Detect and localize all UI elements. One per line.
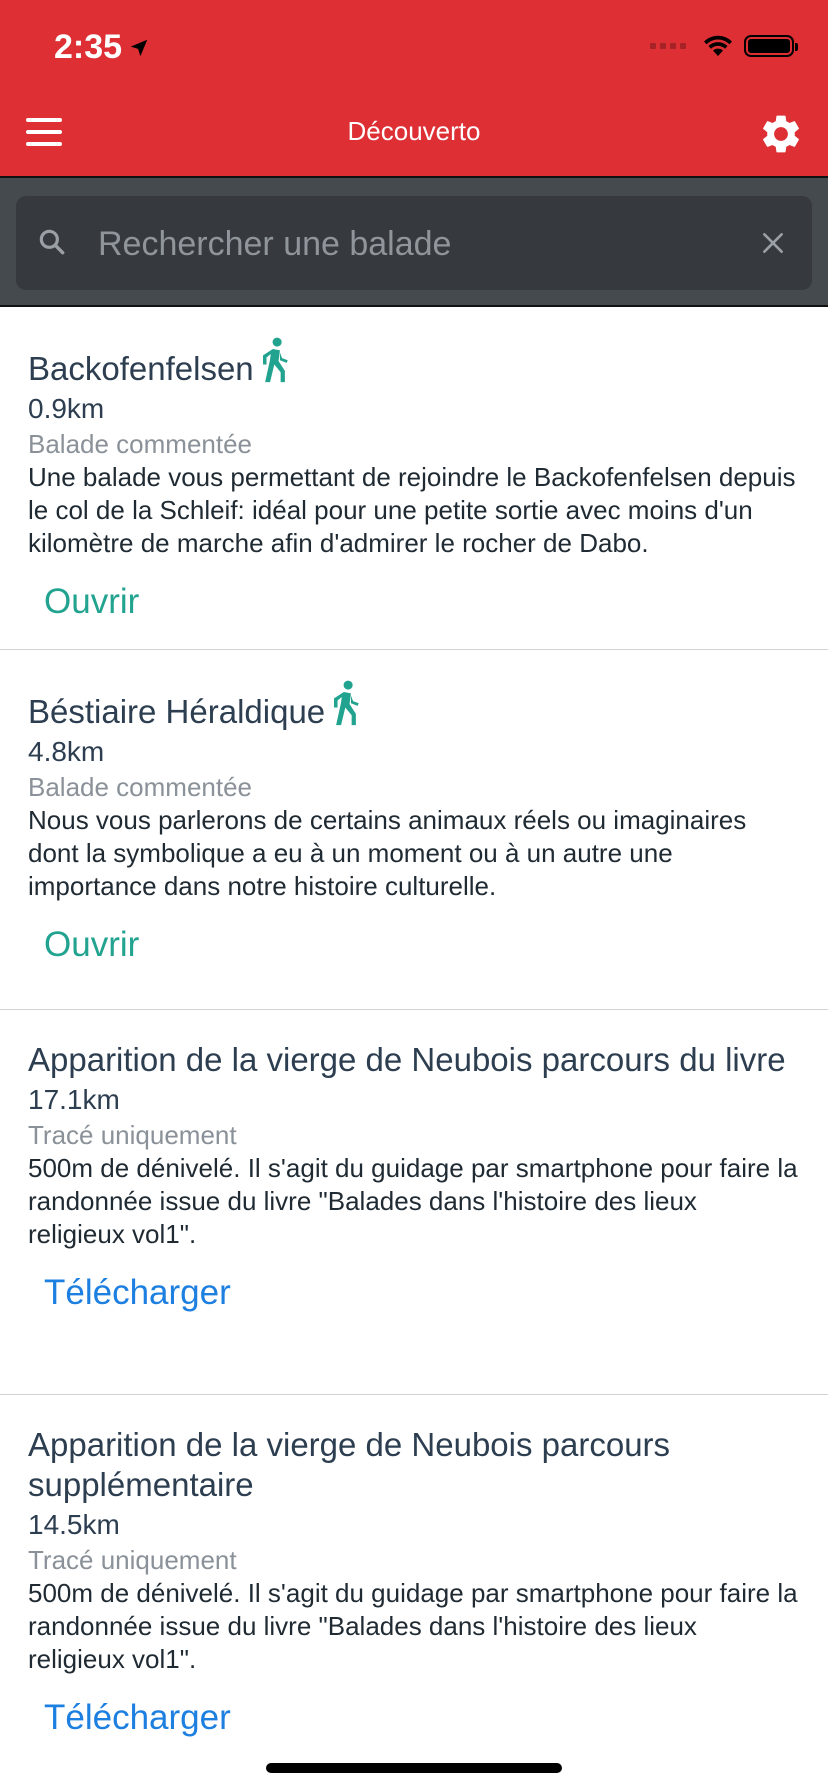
home-indicator: [266, 1763, 562, 1773]
item-distance: 14.5km: [28, 1509, 120, 1540]
walking-icon: [334, 680, 359, 726]
item-description: Nous vous parlerons de certains animaux …: [28, 805, 747, 901]
item-title-text: Backofenfelsen: [28, 350, 254, 387]
item-description: 500m de dénivelé. Il s'agit du guidage p…: [28, 1578, 798, 1674]
item-type: Balade commentée: [28, 429, 253, 459]
wifi-icon: [704, 35, 732, 56]
list-item: Béstiaire Héraldique 4.8km Balade commen…: [0, 650, 828, 1010]
item-type: Tracé uniquement: [28, 1545, 237, 1575]
status-time: 2:35: [54, 28, 150, 67]
location-arrow-icon: [130, 39, 148, 56]
search-bar: [0, 176, 828, 307]
clear-search-icon[interactable]: [760, 230, 786, 256]
status-time-text: 2:35: [54, 28, 123, 66]
cellular-signal-icon: [650, 43, 686, 49]
search-field[interactable]: [16, 196, 812, 292]
item-title: Apparition de la vierge de Neubois parco…: [28, 1425, 800, 1505]
item-type: Balade commentée: [28, 772, 253, 802]
item-title-text: Apparition de la vierge de Neubois parco…: [28, 1041, 786, 1078]
item-description: 500m de dénivelé. Il s'agit du guidage p…: [28, 1153, 798, 1249]
item-title-text: Apparition de la vierge de Neubois parco…: [28, 1426, 671, 1503]
list-item: Backofenfelsen 0.9km Balade commentée Un…: [0, 307, 828, 650]
search-icon: [39, 229, 65, 255]
settings-gear-icon[interactable]: [758, 111, 804, 157]
open-button[interactable]: Ouvrir: [44, 925, 139, 965]
download-button[interactable]: Télécharger: [44, 1698, 231, 1738]
item-title: Backofenfelsen: [28, 337, 800, 389]
battery-icon: [744, 35, 798, 57]
item-title: Apparition de la vierge de Neubois parco…: [28, 1040, 800, 1080]
walking-icon: [262, 337, 288, 383]
download-button[interactable]: Télécharger: [44, 1273, 231, 1313]
balade-list: Backofenfelsen 0.9km Balade commentée Un…: [0, 307, 828, 1755]
item-title: Béstiaire Héraldique: [28, 680, 800, 732]
list-item: Apparition de la vierge de Neubois parco…: [0, 1395, 828, 1755]
navbar: Découverto: [0, 96, 828, 176]
item-description: Une balade vous permettant de rejoindre …: [28, 462, 796, 558]
open-button[interactable]: Ouvrir: [44, 582, 139, 622]
item-distance: 0.9km: [28, 393, 105, 424]
list-item: Apparition de la vierge de Neubois parco…: [0, 1010, 828, 1395]
status-indicators: [650, 34, 798, 58]
app-header: 2:35 Découverto: [0, 0, 828, 176]
item-type: Tracé uniquement: [28, 1120, 237, 1150]
item-distance: 17.1km: [28, 1084, 120, 1115]
item-distance: 4.8km: [28, 736, 105, 767]
app-title: Découverto: [347, 116, 481, 146]
search-input[interactable]: [96, 196, 740, 292]
item-title-text: Béstiaire Héraldique: [28, 693, 326, 730]
